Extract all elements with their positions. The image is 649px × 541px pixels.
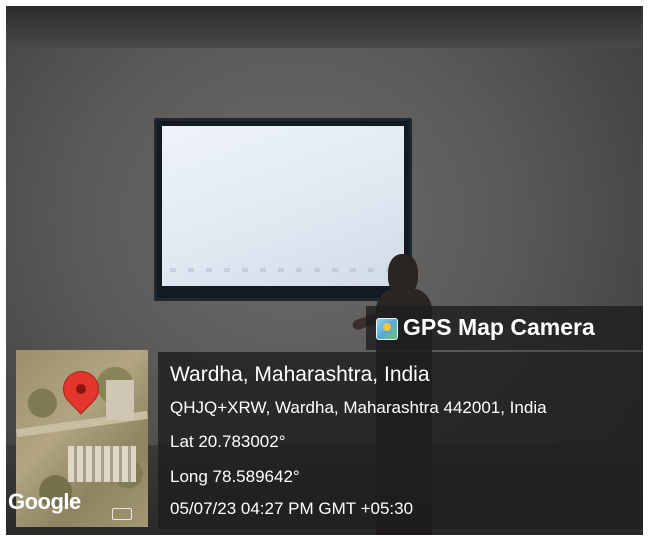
map-building-secondary (106, 380, 134, 420)
ceiling-edge (6, 6, 643, 48)
map-pin-center (76, 384, 86, 394)
map-badge-icon (112, 508, 132, 520)
longitude-line: Long 78.589642° (170, 467, 300, 486)
location-title: Wardha, Maharashtra, India (170, 363, 430, 386)
app-name: GPS Map Camera (403, 314, 595, 340)
screen-taskbar (170, 268, 396, 272)
datetime-line: 05/07/23 04:27 PM GMT +05:30 (170, 499, 414, 518)
map-building (68, 446, 136, 482)
address-line: QHJQ+XRW, Wardha, Maharashtra 442001, In… (170, 398, 547, 417)
latitude-line: Lat 20.783002° (170, 432, 286, 451)
gps-map-camera-icon (376, 318, 398, 340)
google-logo: Google (8, 489, 81, 514)
